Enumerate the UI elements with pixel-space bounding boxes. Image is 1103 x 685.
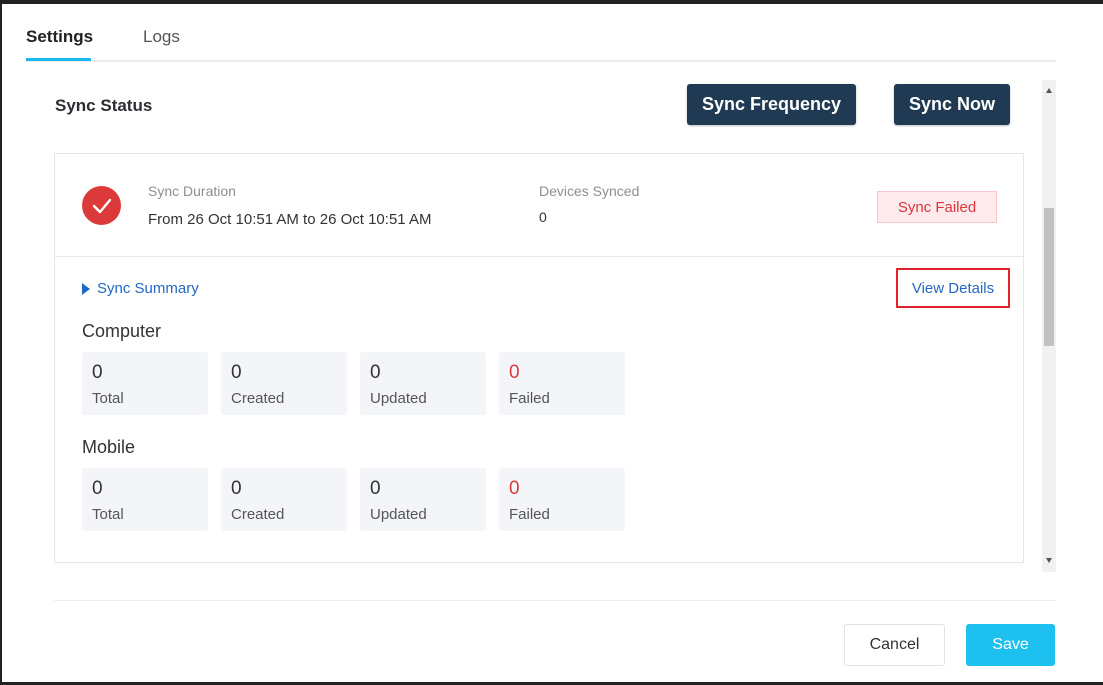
devices-synced-value: 0 xyxy=(539,209,547,225)
stat-mobile-created: 0 Created xyxy=(221,468,347,531)
stat-value: 0 xyxy=(231,478,242,499)
sync-summary-label: Sync Summary xyxy=(97,280,199,297)
devices-synced-label: Devices Synced xyxy=(539,183,640,199)
save-button[interactable]: Save xyxy=(966,624,1055,666)
scroll-thumb[interactable] xyxy=(1044,208,1054,346)
sync-summary-toggle[interactable]: Sync Summary xyxy=(82,280,199,297)
scroll-down-arrow-icon[interactable] xyxy=(1046,558,1052,563)
scrollbar[interactable] xyxy=(1042,80,1056,572)
tab-logs[interactable]: Logs xyxy=(143,27,180,47)
tabs-divider xyxy=(26,60,1056,62)
stat-value: 0 xyxy=(231,362,242,383)
stat-label: Total xyxy=(92,506,124,523)
stat-value: 0 xyxy=(92,478,103,499)
group-title-computer: Computer xyxy=(82,321,162,341)
stat-label: Updated xyxy=(370,390,427,407)
sync-now-button[interactable]: Sync Now xyxy=(894,84,1010,125)
stat-label: Total xyxy=(92,390,124,407)
stat-mobile-updated: 0 Updated xyxy=(360,468,486,531)
scroll-up-arrow-icon[interactable] xyxy=(1046,88,1052,93)
stat-label: Failed xyxy=(509,506,550,523)
stat-mobile-total: 0 Total xyxy=(82,468,208,531)
window-frame-left xyxy=(0,0,2,685)
active-tab-indicator xyxy=(26,58,91,61)
stat-value: 0 xyxy=(370,478,381,499)
stat-value: 0 xyxy=(370,362,381,383)
stat-label: Failed xyxy=(509,390,550,407)
view-details-link[interactable]: View Details xyxy=(896,268,1010,308)
stat-computer-created: 0 Created xyxy=(221,352,347,415)
footer-divider xyxy=(54,600,1056,601)
group-title-mobile: Mobile xyxy=(82,437,136,457)
stat-label: Created xyxy=(231,390,285,407)
stat-computer-updated: 0 Updated xyxy=(360,352,486,415)
sync-duration-label: Sync Duration xyxy=(148,183,236,199)
check-circle-icon xyxy=(82,186,121,225)
stat-label: Updated xyxy=(370,506,427,523)
sync-frequency-button[interactable]: Sync Frequency xyxy=(687,84,856,125)
stat-mobile-failed: 0 Failed xyxy=(499,468,625,531)
stat-value: 0 xyxy=(92,362,103,383)
sync-duration-value: From 26 Oct 10:51 AM to 26 Oct 10:51 AM xyxy=(148,211,432,228)
section-title: Sync Status xyxy=(55,96,153,115)
caret-right-icon xyxy=(82,282,90,295)
window-frame-top xyxy=(0,0,1103,4)
stat-computer-failed: 0 Failed xyxy=(499,352,625,415)
stat-label: Created xyxy=(231,506,285,523)
stat-value: 0 xyxy=(509,478,520,499)
sync-status-card: Sync Duration From 26 Oct 10:51 AM to 26… xyxy=(54,153,1024,563)
status-badge: Sync Failed xyxy=(877,191,997,223)
tab-settings[interactable]: Settings xyxy=(26,27,93,47)
card-divider xyxy=(55,256,1023,257)
stat-computer-total: 0 Total xyxy=(82,352,208,415)
stat-value: 0 xyxy=(509,362,520,383)
cancel-button[interactable]: Cancel xyxy=(844,624,945,666)
